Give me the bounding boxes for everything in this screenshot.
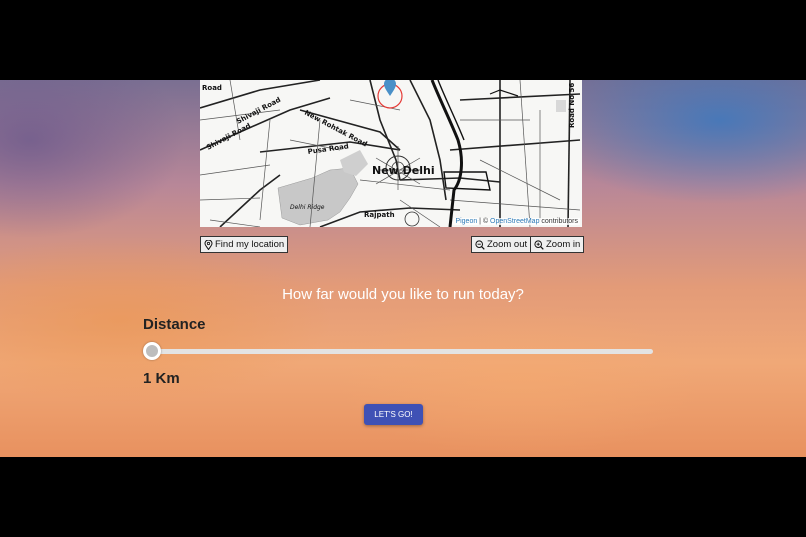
label-road-no-56: Road No 56 — [568, 83, 576, 128]
major-roads — [200, 80, 581, 227]
letterbox-top — [0, 0, 806, 80]
zoom-in-label: Zoom in — [546, 239, 581, 250]
attribution-contributors: contributors — [539, 218, 578, 225]
lets-go-button[interactable]: LET'S GO! — [364, 404, 423, 425]
india-gate-circle — [404, 211, 420, 227]
zoom-in-icon — [534, 239, 544, 250]
run-distance-question: How far would you like to run today? — [282, 286, 524, 303]
zoom-out-button[interactable]: Zoom out — [471, 236, 532, 253]
label-road: Road — [202, 84, 222, 92]
distance-slider-track[interactable] — [152, 349, 653, 354]
map-view[interactable]: Road Shivaji Road Shivaji Road New Rohta… — [200, 80, 582, 227]
find-my-location-button[interactable]: Find my location — [200, 236, 289, 253]
label-new-rohtak-road: New Rohtak Road — [303, 109, 368, 149]
attribution-separator: | © — [477, 218, 491, 225]
map-attribution: Pigeon | © OpenStreetMap contributors — [453, 218, 580, 225]
label-shivaji-road-2: Shivaji Road — [205, 122, 252, 152]
zoom-out-icon — [475, 239, 485, 250]
label-rajpath: Rajpath — [364, 211, 395, 219]
find-my-location-label: Find my location — [215, 239, 285, 250]
osm-link[interactable]: OpenStreetMap — [490, 218, 539, 225]
label-delhi-ridge: Delhi Ridge — [290, 204, 325, 211]
location-marker-icon — [384, 80, 396, 96]
distance-value: 1 Km — [143, 370, 180, 387]
minor-roads — [200, 80, 581, 227]
letterbox-bottom — [0, 457, 806, 537]
map-tiles: Road Shivaji Road Shivaji Road New Rohta… — [200, 80, 581, 227]
location-pin-icon — [204, 239, 213, 250]
distance-label: Distance — [143, 316, 206, 333]
app-stage: Road Shivaji Road Shivaji Road New Rohta… — [0, 80, 806, 457]
distance-slider-thumb[interactable] — [143, 342, 161, 360]
building-block — [556, 100, 566, 112]
label-new-delhi: New Delhi — [372, 164, 435, 177]
pigeon-link[interactable]: Pigeon — [455, 218, 477, 225]
zoom-in-button[interactable]: Zoom in — [530, 236, 585, 253]
zoom-out-label: Zoom out — [487, 239, 528, 250]
